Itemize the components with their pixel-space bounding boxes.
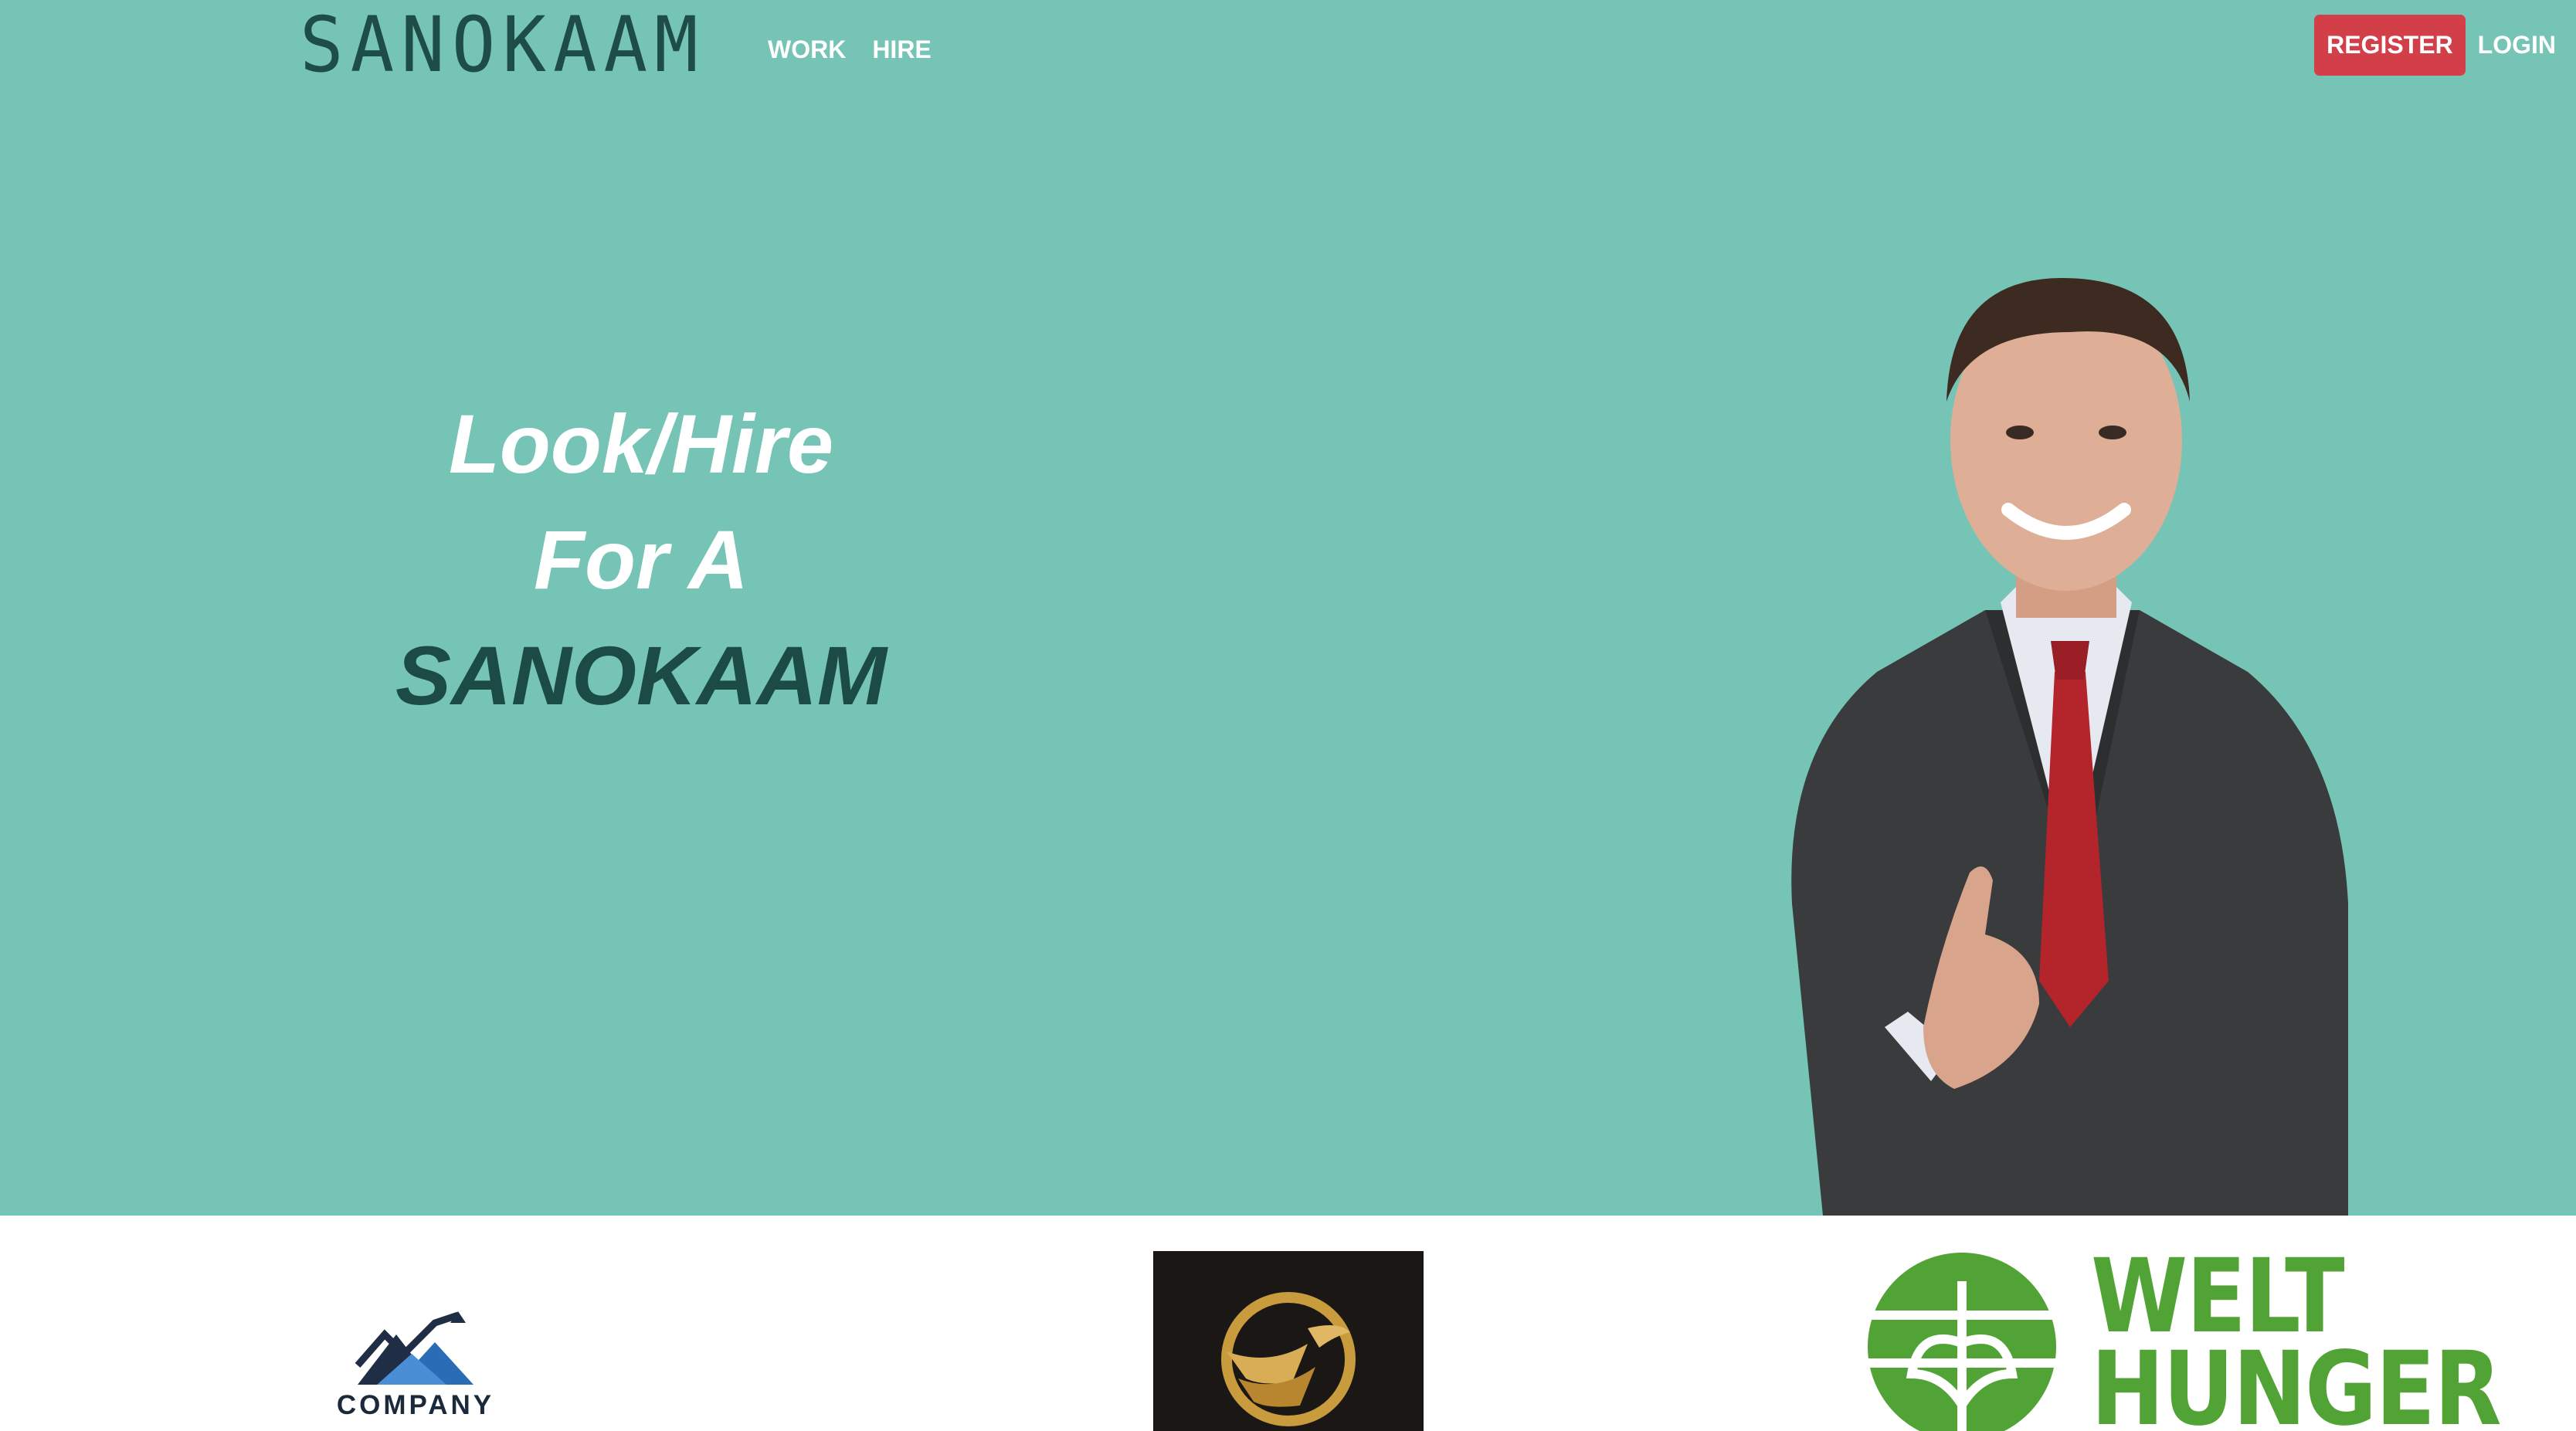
gold-bird-emblem-icon: [1221, 1292, 1356, 1426]
headline-line-1: Look/Hire: [448, 397, 834, 490]
hero-headline: Look/Hire For A SANOKAAM: [332, 386, 950, 734]
gold-emblem-logo[interactable]: [1153, 1251, 1424, 1431]
main-nav: WORK HIRE: [768, 36, 932, 64]
nav-hire-link[interactable]: HIRE: [872, 36, 931, 64]
brand-logo[interactable]: SANOKAAM: [300, 7, 705, 84]
auth-actions: REGISTER LOGIN: [2314, 15, 2556, 76]
company-logo[interactable]: COMPANY: [324, 1311, 507, 1431]
hunger-text: HUNGER: [2091, 1330, 2502, 1431]
welt-hunger-wordmark: WELT HUNGER: [2091, 1246, 2502, 1431]
company-logo-text: COMPANY: [336, 1390, 495, 1420]
mountain-arrow-icon: [355, 1311, 473, 1385]
hero-section: SANOKAAM WORK HIRE REGISTER LOGIN Look/H…: [0, 0, 2576, 1216]
headline-line-2: For A: [534, 513, 748, 606]
businessman-image: [1791, 278, 2348, 1216]
welt-wheat-globe-icon: [1865, 1253, 2058, 1431]
headline-line-3: SANOKAAM: [395, 629, 887, 722]
partners-strip: COMPANY WELT HUNGER: [0, 1216, 2576, 1431]
register-button[interactable]: REGISTER: [2314, 15, 2466, 76]
login-link[interactable]: LOGIN: [2478, 31, 2556, 59]
nav-work-link[interactable]: WORK: [768, 36, 846, 64]
welthungerhilfe-logo[interactable]: WELT HUNGER: [1865, 1246, 2502, 1431]
